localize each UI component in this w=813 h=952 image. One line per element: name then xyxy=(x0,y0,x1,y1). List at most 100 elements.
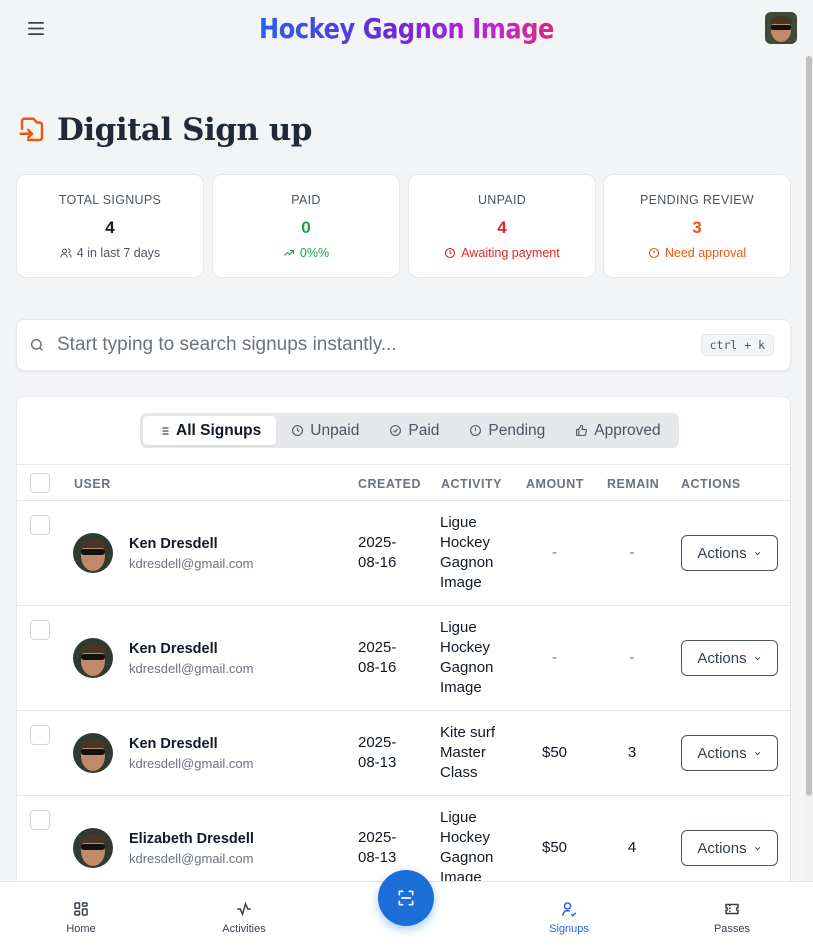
tab-pending[interactable]: Pending xyxy=(454,416,560,445)
tab-label: All Signups xyxy=(176,421,262,439)
created-date: 2025-08-16 xyxy=(358,534,397,571)
stat-sub-text: Need approval xyxy=(664,246,747,260)
scan-button[interactable] xyxy=(378,870,434,926)
sign-in-icon xyxy=(19,117,44,142)
stat-total-signups: TOTAL SIGNUPS 4 4 in last 7 days xyxy=(16,174,204,278)
dashboard-icon xyxy=(74,902,88,916)
remain: 4 xyxy=(627,839,637,856)
stat-sub: 0%% xyxy=(213,246,399,260)
chevron-down-icon xyxy=(754,846,760,850)
nav-passes[interactable]: Passes xyxy=(687,900,777,935)
amount: - xyxy=(552,544,557,561)
stat-paid: PAID 0 0%% xyxy=(212,174,400,278)
hamburger-menu-icon[interactable] xyxy=(24,18,48,38)
stat-unpaid: UNPAID 4 Awaiting payment xyxy=(408,174,596,278)
signups-table-card: All Signups Unpaid Paid Pending Approved… xyxy=(16,396,791,896)
actions-dropdown-button[interactable]: Actions xyxy=(681,735,778,771)
search-input[interactable] xyxy=(57,334,701,356)
stat-label: TOTAL SIGNUPS xyxy=(58,193,162,207)
stat-sub-text: Awaiting payment xyxy=(461,246,560,260)
activity-pulse-icon xyxy=(237,901,251,917)
nav-label: Activities xyxy=(222,923,266,935)
search-bar: ctrl + k xyxy=(16,319,791,371)
user-email: kdresdell@gmail.com xyxy=(129,556,254,571)
row-checkbox[interactable] xyxy=(30,725,50,745)
row-checkbox[interactable] xyxy=(30,515,50,535)
activity-name: Ligue Hockey Gagnon Image xyxy=(440,514,494,591)
column-user[interactable]: USER xyxy=(74,477,111,491)
user-name: Ken Dresdell xyxy=(129,536,218,552)
column-amount[interactable]: AMOUNT xyxy=(526,477,584,491)
search-icon xyxy=(30,338,43,351)
stat-value: 3 xyxy=(692,218,702,237)
brand-title[interactable]: Hockey Gagnon Image xyxy=(259,12,554,45)
tab-unpaid[interactable]: Unpaid xyxy=(276,416,374,445)
stat-sub-text: 4 in last 7 days xyxy=(76,246,161,260)
avatar xyxy=(73,533,113,573)
table-row[interactable]: Ken Dresdell kdresdell@gmail.com 2025-08… xyxy=(17,711,790,796)
created-date: 2025-08-13 xyxy=(358,829,397,866)
nav-signups[interactable]: Signups xyxy=(524,900,614,935)
tab-paid[interactable]: Paid xyxy=(374,416,454,445)
amount: $50 xyxy=(541,839,568,856)
user-email: kdresdell@gmail.com xyxy=(129,661,254,676)
tab-label: Paid xyxy=(408,421,440,439)
page-scrollbar[interactable] xyxy=(805,56,813,882)
avatar xyxy=(73,733,113,773)
stat-value: 4 xyxy=(497,218,507,237)
amount: - xyxy=(552,649,557,666)
stat-value: 0 xyxy=(301,218,311,237)
nav-home[interactable]: Home xyxy=(36,900,126,935)
avatar xyxy=(73,638,113,678)
scrollbar-thumb[interactable] xyxy=(806,56,812,796)
trending-up-icon xyxy=(284,249,294,256)
actions-dropdown-button[interactable]: Actions xyxy=(681,535,778,571)
table-row[interactable]: Ken Dresdell kdresdell@gmail.com 2025-08… xyxy=(17,501,790,606)
scan-icon xyxy=(398,890,414,906)
activity-name: Ligue Hockey Gagnon Image xyxy=(440,619,494,696)
select-all-checkbox[interactable] xyxy=(30,473,50,493)
column-created[interactable]: CREATED xyxy=(358,477,421,491)
tab-approved[interactable]: Approved xyxy=(560,416,675,445)
user-email: kdresdell@gmail.com xyxy=(129,756,254,771)
created-date: 2025-08-13 xyxy=(358,734,397,771)
remain: - xyxy=(629,649,635,666)
actions-dropdown-button[interactable]: Actions xyxy=(681,830,778,866)
tab-all-signups[interactable]: All Signups xyxy=(143,416,277,445)
user-name: Ken Dresdell xyxy=(129,736,218,752)
user-name: Ken Dresdell xyxy=(129,641,218,657)
table-row[interactable]: Ken Dresdell kdresdell@gmail.com 2025-08… xyxy=(17,606,790,711)
check-circle-icon xyxy=(390,425,402,436)
stat-label: PENDING REVIEW xyxy=(640,193,754,207)
stat-pending-review: PENDING REVIEW 3 Need approval xyxy=(603,174,791,278)
nav-label: Signups xyxy=(549,923,589,935)
stat-label: UNPAID xyxy=(477,193,527,207)
created-date: 2025-08-16 xyxy=(358,639,397,676)
column-remain[interactable]: REMAIN xyxy=(607,477,659,491)
user-avatar[interactable] xyxy=(765,12,797,44)
page-heading: Digital Sign up xyxy=(57,112,312,148)
filter-tabs: All Signups Unpaid Paid Pending Approved xyxy=(140,413,679,448)
column-activity[interactable]: ACTIVITY xyxy=(441,477,502,491)
avatar xyxy=(73,828,113,868)
page-title: Digital Sign up xyxy=(17,112,312,148)
actions-dropdown-button[interactable]: Actions xyxy=(681,640,778,676)
stat-sub: 4 in last 7 days xyxy=(17,246,203,260)
list-icon xyxy=(160,426,169,435)
actions-label: Actions xyxy=(697,544,747,562)
chevron-down-icon xyxy=(754,551,760,555)
row-checkbox[interactable] xyxy=(30,620,50,640)
shortcut-hint: ctrl + k xyxy=(700,334,774,356)
chevron-down-icon xyxy=(754,751,760,755)
stat-label: PAID xyxy=(291,193,321,207)
ticket-icon xyxy=(725,903,739,915)
users-icon xyxy=(60,248,72,258)
row-checkbox[interactable] xyxy=(30,810,50,830)
stat-sub-text: 0%% xyxy=(299,246,330,260)
nav-label: Home xyxy=(66,923,96,935)
nav-activities[interactable]: Activities xyxy=(199,900,289,935)
actions-label: Actions xyxy=(697,649,747,667)
nav-label: Passes xyxy=(713,923,751,935)
top-bar: Hockey Gagnon Image xyxy=(0,0,813,56)
chevron-down-icon xyxy=(754,656,760,660)
